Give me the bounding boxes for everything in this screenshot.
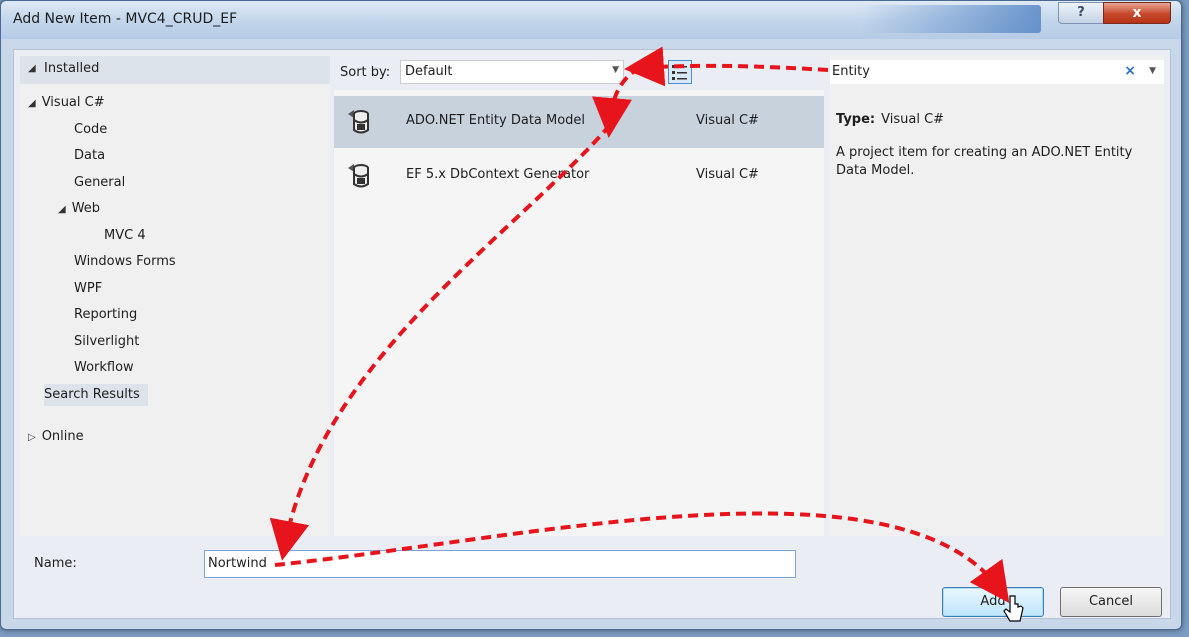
installed-label: Installed bbox=[44, 61, 100, 76]
dbcontext-generator-icon bbox=[348, 164, 369, 188]
search-dropdown-icon[interactable]: ▼ bbox=[1149, 66, 1156, 76]
tree-item-mvc-4[interactable]: MVC 4 bbox=[104, 225, 146, 247]
tree-item-label: Visual C# bbox=[41, 95, 105, 110]
window-title: Add New Item - MVC4_CRUD_EF bbox=[13, 11, 238, 27]
tree-item-windows-forms[interactable]: Windows Forms bbox=[74, 251, 176, 273]
tree-item-code[interactable]: Code bbox=[74, 119, 107, 141]
close-button[interactable]: x bbox=[1103, 2, 1171, 24]
expanded-arrow-icon[interactable]: ◢ bbox=[58, 204, 66, 215]
help-button[interactable]: ? bbox=[1058, 2, 1104, 24]
collapse-arrow-icon: ◢ bbox=[28, 63, 36, 74]
tree-item-label: Search Results bbox=[44, 386, 140, 402]
template-row[interactable]: ADO.NET Entity Data Model Visual C# bbox=[334, 96, 824, 148]
title-bar-glass bbox=[861, 5, 1041, 33]
type-line: Type: Visual C# bbox=[836, 112, 944, 127]
details-pane: Entity × ▼ Type: Visual C# A project item… bbox=[830, 56, 1164, 536]
template-description: A project item for creating an ADO.NET E… bbox=[836, 145, 1133, 178]
sort-by-dropdown[interactable]: Default ▼ bbox=[400, 60, 624, 84]
add-button[interactable]: Add bbox=[942, 587, 1044, 617]
tree-item-data[interactable]: Data bbox=[74, 145, 105, 167]
tree-item-label: General bbox=[74, 174, 126, 190]
tree-item-reporting[interactable]: Reporting bbox=[74, 304, 137, 326]
list-view-icon[interactable] bbox=[668, 60, 692, 84]
template-list-pane: Sort by: Default ▼ ADO.NET Entity Data M… bbox=[334, 56, 824, 536]
mouse-pointer-icon bbox=[1003, 595, 1024, 622]
template-language: Visual C# bbox=[696, 113, 759, 128]
collapsed-arrow-icon[interactable]: ▷ bbox=[28, 432, 36, 443]
template-name: EF 5.x DbContext Generator bbox=[406, 167, 590, 182]
type-label: Type: bbox=[836, 112, 876, 127]
small-icons-view-icon[interactable] bbox=[642, 62, 660, 80]
template-language: Visual C# bbox=[696, 167, 759, 182]
dialog-client-area: ◢ Installed ◢ Visual C# Code Data General ◢ We… bbox=[13, 49, 1171, 619]
tree-item-silverlight[interactable]: Silverlight bbox=[74, 331, 139, 353]
expanded-arrow-icon[interactable]: ◢ bbox=[28, 98, 36, 109]
tree-item-label: Reporting bbox=[74, 307, 138, 322]
tree-item-label: Web bbox=[71, 201, 101, 216]
tree-item-general[interactable]: General bbox=[74, 172, 125, 194]
tree-item-label: WPF bbox=[74, 280, 103, 296]
title-bar[interactable]: Add New Item - MVC4_CRUD_EF ? x bbox=[1, 1, 1181, 39]
tree-item-label: MVC 4 bbox=[104, 227, 146, 243]
tree-item-web[interactable]: ◢ Web bbox=[58, 198, 100, 220]
template-name: ADO.NET Entity Data Model bbox=[406, 113, 586, 128]
tree-item-label: Data bbox=[74, 148, 106, 163]
template-row[interactable]: EF 5.x DbContext Generator Visual C# bbox=[334, 150, 824, 202]
installed-header[interactable]: ◢ Installed bbox=[20, 56, 330, 84]
tree-item-online[interactable]: ▷ Online bbox=[28, 426, 84, 448]
add-new-item-dialog: Add New Item - MVC4_CRUD_EF ? x ◢ Instal… bbox=[0, 0, 1182, 630]
category-pane: ◢ Installed ◢ Visual C# Code Data General ◢ We… bbox=[20, 56, 330, 536]
name-label: Name: bbox=[34, 556, 77, 571]
cancel-button[interactable]: Cancel bbox=[1060, 587, 1162, 617]
sort-by-value: Default bbox=[405, 64, 453, 79]
tree-item-visual-c[interactable]: ◢ Visual C# bbox=[28, 92, 105, 114]
tree-item-label: Online bbox=[41, 429, 84, 444]
type-value: Visual C# bbox=[881, 112, 945, 127]
tree-item-search-results[interactable]: Search Results bbox=[44, 383, 148, 406]
sort-by-label: Sort by: bbox=[340, 65, 391, 80]
name-value: Nortwind bbox=[208, 556, 267, 571]
tree-item-label: Windows Forms bbox=[74, 254, 176, 269]
name-input[interactable]: Nortwind bbox=[204, 550, 796, 578]
chevron-down-icon: ▼ bbox=[612, 65, 619, 75]
search-value: Entity bbox=[832, 64, 870, 79]
tree-item-label: Workflow bbox=[74, 360, 134, 375]
search-installed-input[interactable]: Entity × ▼ bbox=[830, 60, 1164, 84]
entity-model-icon bbox=[348, 110, 369, 134]
tree-item-label: Silverlight bbox=[74, 333, 140, 349]
template-toolbar: Sort by: Default ▼ bbox=[334, 56, 824, 90]
tree-item-label: Code bbox=[74, 121, 108, 137]
tree-item-wpf[interactable]: WPF bbox=[74, 278, 102, 300]
clear-search-icon[interactable]: × bbox=[1124, 63, 1136, 79]
tree-item-workflow[interactable]: Workflow bbox=[74, 357, 134, 379]
